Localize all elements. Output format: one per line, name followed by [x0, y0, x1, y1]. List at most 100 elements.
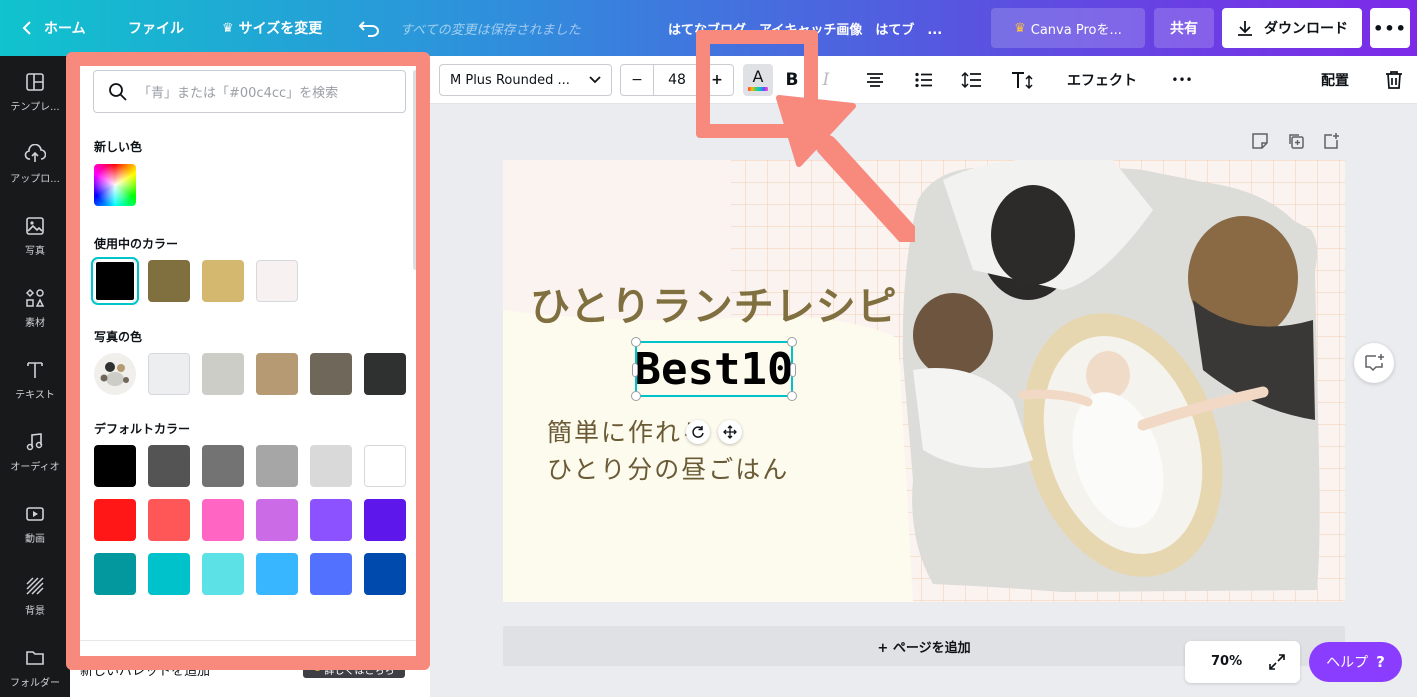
sidebar-item-label: 動画: [25, 534, 45, 545]
selected-text-box[interactable]: Best10: [631, 337, 797, 401]
sidebar-item-audio[interactable]: オーディオ: [0, 416, 70, 488]
share-button[interactable]: 共有: [1154, 8, 1214, 48]
in-use-color-swatch[interactable]: [148, 260, 190, 302]
default-color-swatch[interactable]: [148, 445, 190, 487]
default-color-swatch[interactable]: [148, 553, 190, 595]
rotate-handle[interactable]: [686, 420, 710, 444]
home-button[interactable]: ホーム: [20, 0, 86, 56]
bold-button[interactable]: B: [780, 64, 804, 96]
comment-plus-icon: [1365, 354, 1384, 372]
add-page-top-button[interactable]: [1322, 132, 1340, 150]
default-color-swatch[interactable]: [364, 499, 406, 541]
page-notes-button[interactable]: [1251, 132, 1269, 150]
default-color-swatch[interactable]: [202, 499, 244, 541]
resize-button[interactable]: ♛ サイズを変更: [222, 0, 322, 56]
zoom-level[interactable]: 70%: [1211, 654, 1242, 669]
help-button[interactable]: ヘルプ ?: [1309, 642, 1402, 682]
photo-color-swatch[interactable]: [202, 353, 244, 395]
move-handle[interactable]: [718, 420, 742, 444]
resize-handle[interactable]: [787, 391, 797, 401]
photo-color-swatch[interactable]: [310, 353, 352, 395]
default-color-swatch[interactable]: [364, 553, 406, 595]
delete-button[interactable]: [1382, 64, 1406, 96]
font-size-decrease-button[interactable]: −: [620, 64, 654, 96]
in-use-colors-title: 使用中のカラー: [94, 237, 179, 251]
default-color-swatch[interactable]: [310, 553, 352, 595]
photo-color-swatch[interactable]: [148, 353, 190, 395]
sidebar-item-photos[interactable]: 写真: [0, 200, 70, 272]
italic-button[interactable]: I: [814, 64, 838, 96]
align-center-button[interactable]: [862, 64, 888, 96]
font-size-increase-button[interactable]: +: [700, 64, 734, 96]
photo-color-swatch[interactable]: [364, 353, 406, 395]
resize-handle[interactable]: [631, 391, 641, 401]
sidebar-item-templates[interactable]: テンプレ...: [0, 56, 70, 128]
list-button[interactable]: [911, 64, 937, 96]
default-color-swatch[interactable]: [364, 445, 406, 487]
music-note-icon: [23, 430, 47, 454]
default-color-swatch[interactable]: [202, 553, 244, 595]
duplicate-icon: [1289, 134, 1304, 149]
undo-button[interactable]: [358, 0, 380, 56]
sidebar-item-label: アップロ...: [10, 174, 60, 185]
default-color-swatch[interactable]: [94, 499, 136, 541]
in-use-color-swatch[interactable]: [202, 260, 244, 302]
photo-color-swatch[interactable]: [256, 353, 298, 395]
sidebar-item-label: フォルダー: [10, 678, 60, 689]
default-color-swatch[interactable]: [148, 499, 190, 541]
default-color-swatch[interactable]: [310, 445, 352, 487]
sidebar-item-video[interactable]: 動画: [0, 488, 70, 560]
text-icon: [23, 358, 47, 382]
in-use-color-swatch[interactable]: [256, 260, 298, 302]
add-palette-link[interactable]: 新しいパレットを追加: [80, 660, 210, 679]
effects-button[interactable]: エフェクト: [1058, 64, 1146, 96]
default-color-swatch[interactable]: [256, 445, 298, 487]
spacing-button[interactable]: [959, 64, 985, 96]
photo-icon: [23, 214, 47, 238]
add-comment-button[interactable]: [1354, 343, 1394, 383]
font-family-select[interactable]: M Plus Rounded ...: [439, 64, 612, 96]
sidebar-item-elements[interactable]: 素材: [0, 272, 70, 344]
fullscreen-icon[interactable]: [1268, 653, 1286, 671]
design-page[interactable]: ひとりランチレシピ Best10 簡単に作れる ひとり分の昼ごはん: [503, 160, 1345, 602]
color-search-input[interactable]: 「青」または「#00c4cc」を検索: [93, 70, 406, 113]
resize-handle[interactable]: [787, 337, 797, 347]
subtitle-line-1[interactable]: 簡単に作れる: [547, 413, 709, 449]
design-title-text[interactable]: ひとりランチレシピ: [530, 274, 898, 332]
sidebar-item-label: 写真: [25, 246, 45, 257]
upload-cloud-icon: [23, 142, 47, 166]
download-button[interactable]: ダウンロード: [1222, 8, 1362, 48]
default-color-swatch[interactable]: [94, 445, 136, 487]
default-color-swatch[interactable]: [94, 553, 136, 595]
font-size-input[interactable]: 48: [653, 64, 701, 96]
default-color-swatch[interactable]: [310, 499, 352, 541]
background-icon: [23, 574, 47, 598]
in-use-color-swatch[interactable]: [91, 257, 139, 305]
duplicate-page-button[interactable]: [1287, 132, 1305, 150]
subtitle-line-2[interactable]: ひとり分の昼ごはん: [547, 450, 789, 486]
sidebar-item-text[interactable]: テキスト: [0, 344, 70, 416]
resize-handle[interactable]: [631, 337, 641, 347]
default-color-swatch[interactable]: [256, 499, 298, 541]
text-color-button[interactable]: A: [743, 64, 773, 96]
add-new-color-button[interactable]: [94, 164, 136, 206]
position-button[interactable]: 配置: [1312, 64, 1358, 96]
sidebar-item-uploads[interactable]: アップロ...: [0, 128, 70, 200]
sidebar-item-background[interactable]: 背景: [0, 560, 70, 632]
learn-more-badge[interactable]: ♛ 詳しくはこちら: [303, 660, 405, 678]
default-color-swatch[interactable]: [256, 553, 298, 595]
photo-thumbnail[interactable]: [94, 353, 136, 395]
more-options-button[interactable]: •••: [1370, 8, 1410, 48]
resize-handle[interactable]: [790, 363, 796, 377]
chevron-down-icon: [589, 76, 601, 84]
toolbar-more-button[interactable]: •••: [1168, 64, 1196, 96]
default-color-swatch[interactable]: [202, 445, 244, 487]
text-case-button[interactable]: [1008, 64, 1036, 96]
resize-handle[interactable]: [632, 363, 638, 377]
panel-scrollbar[interactable]: [413, 70, 418, 270]
document-title[interactable]: はてなブログ アイキャッチ画像 はてブ ...: [668, 0, 942, 56]
file-menu-button[interactable]: ファイル: [128, 0, 184, 56]
canva-pro-button[interactable]: ♛ Canva Proを...: [991, 8, 1145, 48]
video-icon: [23, 502, 47, 526]
sidebar-item-folders[interactable]: フォルダー: [0, 632, 70, 697]
